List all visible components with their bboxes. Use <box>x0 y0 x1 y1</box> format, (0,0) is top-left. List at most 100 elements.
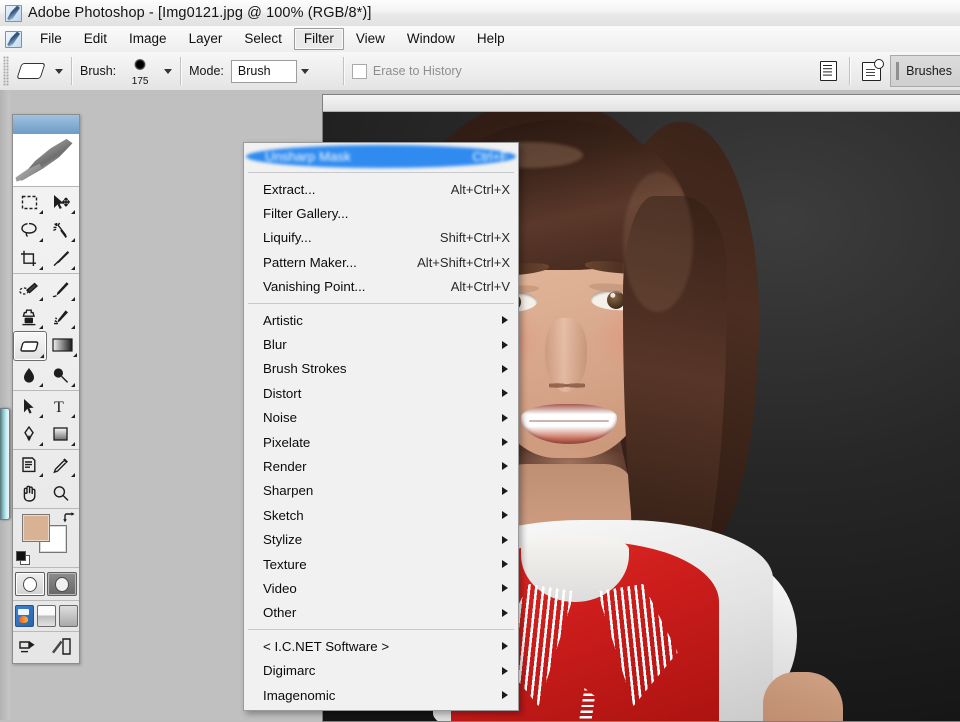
notes-tool[interactable] <box>13 451 45 479</box>
path-selection-tool[interactable] <box>13 392 45 420</box>
hand-tool[interactable] <box>13 479 45 507</box>
menu-select[interactable]: Select <box>234 28 292 50</box>
type-tool[interactable]: T <box>45 392 77 420</box>
slice-tool[interactable] <box>45 244 77 272</box>
filter-menu-item-distort[interactable]: Distort <box>244 381 518 405</box>
toolbox-titlebar[interactable] <box>13 115 79 134</box>
filter-menu-item-filter-gallery[interactable]: Filter Gallery... <box>244 201 518 225</box>
app-menu-icon[interactable] <box>5 30 22 48</box>
palette-list-icon[interactable] <box>817 59 839 83</box>
rectangular-marquee-tool[interactable] <box>13 188 45 216</box>
submenu-arrow-icon <box>502 340 508 349</box>
tab-brushes[interactable]: Brushes <box>890 55 960 87</box>
menu-edit[interactable]: Edit <box>74 28 117 50</box>
pen-tool[interactable] <box>13 420 45 448</box>
menu-item-label: Pattern Maker... <box>263 254 357 270</box>
filter-menu-item-video[interactable]: Video <box>244 576 518 600</box>
filter-menu-item-render[interactable]: Render <box>244 454 518 478</box>
quick-mask-mode-button[interactable] <box>47 572 77 596</box>
submenu-arrow-icon <box>502 584 508 593</box>
filter-menu-item-texture[interactable]: Texture <box>244 552 518 576</box>
dodge-tool[interactable] <box>45 361 77 389</box>
eyedropper-tool[interactable] <box>45 451 77 479</box>
jump-to-group <box>13 632 79 663</box>
filter-menu-item-vanishing-point[interactable]: Vanishing Point... Alt+Ctrl+V <box>244 275 518 299</box>
filter-menu-item-stylize[interactable]: Stylize <box>244 527 518 551</box>
standard-mode-button[interactable] <box>15 572 45 596</box>
selection-tools-group <box>13 187 79 274</box>
menu-item-label: Vanishing Point... <box>263 279 366 295</box>
mode-select[interactable]: Brush <box>230 59 297 83</box>
history-brush-tool[interactable] <box>45 303 77 331</box>
palette-well-icon[interactable] <box>46 635 76 659</box>
menu-item-label: Pixelate <box>263 434 311 450</box>
mode-chevron-down-icon[interactable] <box>300 68 309 74</box>
jump-to-imageready-icon[interactable] <box>16 635 46 659</box>
tab-brushes-label: Brushes <box>906 64 952 78</box>
foreground-color-swatch[interactable] <box>22 514 50 542</box>
filter-menu-item-imagenomic[interactable]: Imagenomic <box>244 683 518 707</box>
crop-tool[interactable] <box>13 244 45 272</box>
divider <box>71 57 72 85</box>
tool-preset-chevron-down-icon[interactable] <box>55 68 63 74</box>
options-bar-grip[interactable] <box>3 56 9 86</box>
blur-tool[interactable] <box>13 361 45 389</box>
standard-screen-mode-button[interactable] <box>14 605 34 627</box>
healing-brush-tool[interactable] <box>13 275 45 303</box>
filter-menu-item-digimarc[interactable]: Digimarc <box>244 658 518 682</box>
menu-item-label: Noise <box>263 410 297 426</box>
move-tool[interactable] <box>45 188 77 216</box>
menu-item-shortcut: Alt+Ctrl+V <box>450 279 510 295</box>
menu-filter[interactable]: Filter <box>293 28 344 50</box>
filter-menu-item-noise[interactable]: Noise <box>244 406 518 430</box>
gradient-tool[interactable] <box>47 331 79 359</box>
title-bar: Adobe Photoshop - [Img0121.jpg @ 100% (R… <box>0 0 960 27</box>
filter-menu-item-artistic[interactable]: Artistic <box>244 308 518 332</box>
menu-view[interactable]: View <box>346 28 395 50</box>
menu-help[interactable]: Help <box>467 28 515 50</box>
options-bar: Brush: 175 Mode: Brush Erase to History … <box>0 52 960 91</box>
filter-menu-item-pattern-maker[interactable]: Pattern Maker... Alt+Shift+Ctrl+X <box>244 250 518 274</box>
filter-menu-item-pixelate[interactable]: Pixelate <box>244 430 518 454</box>
brush-preview[interactable]: 175 <box>123 56 157 87</box>
filter-menu-item-extract[interactable]: Extract... Alt+Ctrl+X <box>244 177 518 201</box>
filter-menu-item-brush-strokes[interactable]: Brush Strokes <box>244 357 518 381</box>
menu-separator <box>248 629 514 631</box>
filter-menu-item-blur[interactable]: Blur <box>244 332 518 356</box>
full-screen-mode-button[interactable] <box>58 605 78 627</box>
menu-item-label: Distort <box>263 385 302 401</box>
menu-window[interactable]: Window <box>397 28 465 50</box>
brush-tool[interactable] <box>45 275 77 303</box>
filter-menu-item-other[interactable]: Other <box>244 601 518 625</box>
magic-wand-tool[interactable] <box>45 216 77 244</box>
shape-tool[interactable] <box>45 420 77 448</box>
filter-menu-item-unsharp-mask[interactable]: Unsharp Mask Ctrl+F <box>246 145 516 168</box>
menu-item-label: Extract... <box>263 181 316 197</box>
brush-chevron-down-icon[interactable] <box>164 68 173 74</box>
eraser-tool[interactable] <box>13 331 47 361</box>
menu-item-label: Filter Gallery... <box>263 206 349 222</box>
zoom-tool[interactable] <box>45 479 77 507</box>
lasso-tool[interactable] <box>13 216 45 244</box>
menu-image[interactable]: Image <box>119 28 177 50</box>
filter-menu-item-liquify[interactable]: Liquify... Shift+Ctrl+X <box>244 226 518 250</box>
menu-layer[interactable]: Layer <box>179 28 233 50</box>
default-colors-icon[interactable] <box>16 551 30 565</box>
menu-item-label: Imagenomic <box>263 687 336 703</box>
menu-separator <box>248 172 514 173</box>
document-titlebar[interactable] <box>323 95 960 112</box>
erase-to-history-checkbox[interactable] <box>351 63 367 79</box>
clone-stamp-tool[interactable] <box>13 303 45 331</box>
filter-menu-item-i-c-net-software[interactable]: < I.C.NET Software > <box>244 634 518 658</box>
filter-menu-item-sharpen[interactable]: Sharpen <box>244 479 518 503</box>
full-screen-with-menubar-button[interactable] <box>36 605 56 627</box>
brush-preset-icon[interactable] <box>860 58 884 83</box>
swap-colors-icon[interactable] <box>63 511 75 523</box>
menu-item-shortcut: Alt+Shift+Ctrl+X <box>417 254 510 270</box>
eraser-icon[interactable] <box>14 57 48 85</box>
filter-menu-item-sketch[interactable]: Sketch <box>244 503 518 527</box>
collapsed-panel-tab[interactable] <box>0 408 10 520</box>
submenu-arrow-icon <box>502 535 508 544</box>
menu-file[interactable]: File <box>30 28 72 50</box>
filter-dropdown-menu[interactable]: Unsharp Mask Ctrl+F Extract... Alt+Ctrl+X Fi… <box>243 142 519 712</box>
